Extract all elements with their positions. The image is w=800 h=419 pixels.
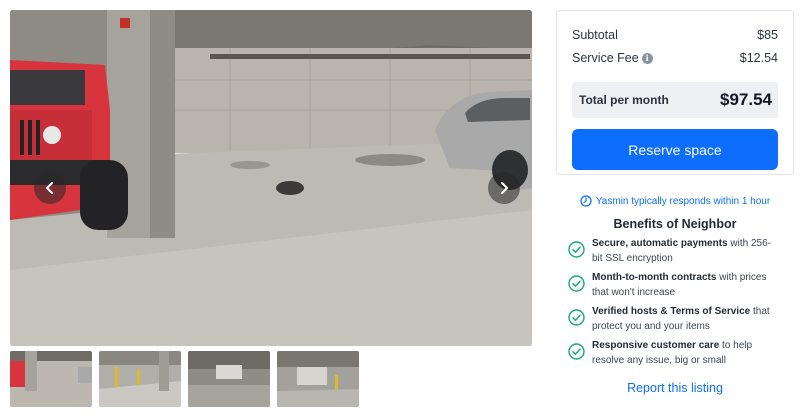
benefit-item: Verified hosts & Terms of Service that p… xyxy=(568,305,778,334)
benefit-text: Month-to-month contracts with prices tha… xyxy=(592,272,767,298)
chevron-left-icon xyxy=(46,182,53,194)
price-summary-card: Subtotal $85 Service Fee i $12.54 Total p… xyxy=(556,10,794,175)
benefit-text: Responsive customer care to help resolve… xyxy=(592,340,753,366)
service-fee-row: Service Fee i $12.54 xyxy=(572,51,778,65)
subtotal-value: $85 xyxy=(757,28,778,42)
thumbnail-3[interactable] xyxy=(188,351,270,407)
previous-photo-button[interactable] xyxy=(34,172,66,204)
subtotal-row: Subtotal $85 xyxy=(572,28,778,42)
check-circle-icon xyxy=(568,241,585,258)
next-photo-button[interactable] xyxy=(488,172,520,204)
benefit-text: Verified hosts & Terms of Service that p… xyxy=(592,306,770,332)
check-circle-icon xyxy=(568,343,585,360)
subtotal-label: Subtotal xyxy=(572,28,618,42)
benefit-text: Secure, automatic payments with 256-bit … xyxy=(592,238,771,264)
benefits-title: Benefits of Neighbor xyxy=(613,217,737,231)
total-row: Total per month $97.54 xyxy=(572,82,778,118)
info-icon[interactable]: i xyxy=(641,53,653,64)
thumbnail-strip xyxy=(10,351,359,407)
host-response-time: Yasmin typically responds within 1 hour xyxy=(556,195,794,207)
benefit-item: Month-to-month contracts with prices tha… xyxy=(568,271,778,300)
reserve-space-button[interactable]: Reserve space xyxy=(572,129,778,170)
check-circle-icon xyxy=(568,309,585,326)
benefit-item: Secure, automatic payments with 256-bit … xyxy=(568,237,778,266)
check-circle-icon xyxy=(568,275,585,292)
report-listing-link[interactable]: Report this listing xyxy=(556,381,794,395)
total-label: Total per month xyxy=(579,93,669,107)
thumbnail-1[interactable] xyxy=(10,351,92,407)
host-response-text: Yasmin typically responds within 1 hour xyxy=(595,195,771,207)
parking-garage-photo xyxy=(10,10,532,346)
service-fee-value: $12.54 xyxy=(739,51,778,65)
service-fee-label: Service Fee xyxy=(572,51,639,65)
benefit-item: Responsive customer care to help resolve… xyxy=(568,339,778,368)
thumbnail-2[interactable] xyxy=(99,351,181,407)
listing-photo[interactable] xyxy=(10,10,532,346)
chevron-right-icon xyxy=(501,182,508,194)
thumbnail-4[interactable] xyxy=(277,351,359,407)
clock-icon xyxy=(580,195,592,207)
total-value: $97.54 xyxy=(720,90,772,109)
